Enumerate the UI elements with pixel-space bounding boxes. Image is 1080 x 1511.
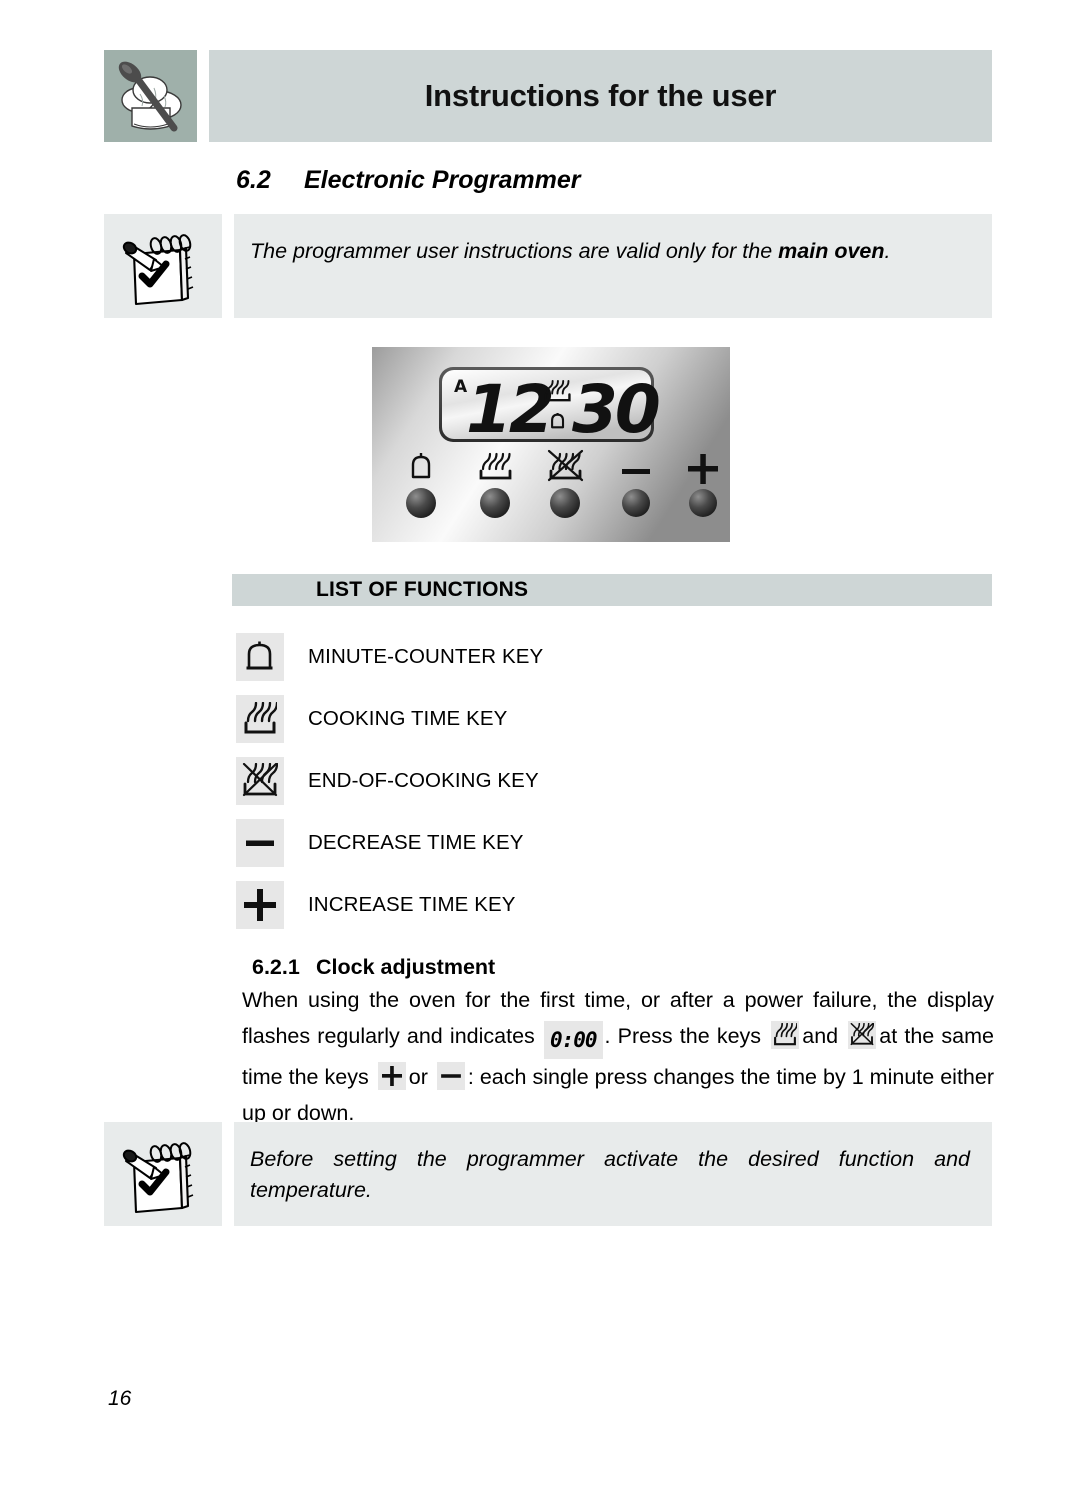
function-label: INCREASE TIME KEY	[308, 893, 516, 916]
minus-icon	[436, 1062, 465, 1090]
section-number: 6.2	[236, 166, 271, 194]
note-top-text-bold: main oven	[778, 239, 885, 263]
clock-adjustment-paragraph: When using the oven for the first time, …	[242, 982, 994, 1131]
function-row-end-of-cooking: END-OF-COOKING KEY	[236, 750, 976, 812]
note-box-top: The programmer user instructions are val…	[104, 214, 992, 318]
note-bottom-body: Before setting the programmer activate t…	[234, 1122, 992, 1226]
plus-icon	[236, 881, 284, 929]
note-bottom-text: Before setting the programmer activate t…	[250, 1147, 970, 1202]
function-label: END-OF-COOKING KEY	[308, 769, 539, 792]
function-row-cooking-time: COOKING TIME KEY	[236, 688, 976, 750]
function-row-increase-time: INCREASE TIME KEY	[236, 874, 976, 936]
section-heading: 6.2 Electronic Programmer	[236, 166, 581, 195]
end-of-cooking-icon	[236, 757, 284, 805]
clock-adjust-sentence-3: and	[802, 1024, 839, 1048]
inline-lcd-zero-zero-zero: 0:00	[543, 1021, 603, 1059]
page-number: 16	[108, 1387, 132, 1410]
minute-counter-bell-icon	[236, 633, 284, 681]
list-of-functions-band: LIST OF FUNCTIONS	[232, 574, 992, 606]
svg-text:30: 30	[572, 371, 659, 448]
clock-adjust-sentence-5: or	[408, 1065, 428, 1089]
note-top-body: The programmer user instructions are val…	[234, 214, 992, 318]
plus-icon	[377, 1062, 406, 1090]
page-title: Instructions for the user	[424, 78, 777, 113]
subsection-title: Clock adjustment	[316, 955, 496, 979]
note-top-text: The programmer user instructions are val…	[250, 236, 970, 267]
chef-hat-spoon-icon	[104, 50, 197, 142]
end-of-cooking-icon	[848, 1021, 877, 1049]
list-of-functions: MINUTE-COUNTER KEY COOKING TIME KEY END-…	[236, 626, 976, 936]
note-box-bottom: Before setting the programmer activate t…	[104, 1122, 992, 1226]
notepad-pen-check-icon	[104, 214, 222, 318]
cooking-time-icon	[236, 695, 284, 743]
function-label: MINUTE-COUNTER KEY	[308, 645, 544, 668]
svg-text:12: 12	[466, 371, 552, 448]
function-label: DECREASE TIME KEY	[308, 831, 524, 854]
function-label: COOKING TIME KEY	[308, 707, 508, 730]
cooking-time-icon	[771, 1021, 800, 1049]
function-row-decrease-time: DECREASE TIME KEY	[236, 812, 976, 874]
page-header: Instructions for the user	[104, 50, 992, 142]
list-of-functions-heading: LIST OF FUNCTIONS	[316, 578, 529, 601]
inline-lcd-value: 0:00	[549, 1028, 598, 1052]
minus-icon	[236, 819, 284, 867]
section-title-text: Electronic Programmer	[304, 166, 581, 194]
subsection-heading: 6.2.1 Clock adjustment	[252, 955, 495, 980]
notepad-pen-check-icon	[104, 1122, 222, 1226]
clock-adjust-sentence-2: . Press the keys	[604, 1024, 762, 1048]
subsection-number: 6.2.1	[252, 955, 300, 979]
note-top-text-after: .	[884, 239, 891, 263]
electronic-programmer-panel: A 12 30	[372, 347, 730, 542]
function-row-minute-counter: MINUTE-COUNTER KEY	[236, 626, 976, 688]
note-top-text-before: The programmer user instructions are val…	[250, 239, 779, 263]
header-title-band: Instructions for the user	[209, 50, 992, 142]
